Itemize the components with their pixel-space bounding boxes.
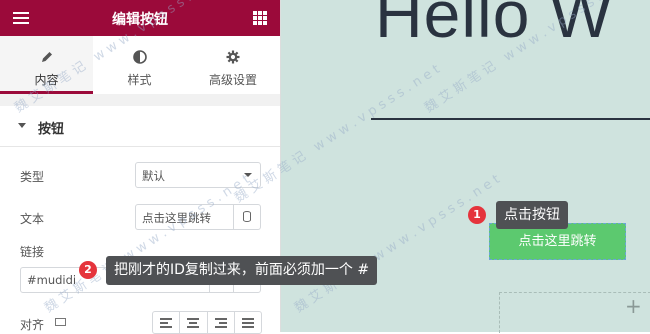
align-justify-button[interactable] [235,312,261,333]
pencil-icon [0,50,93,68]
panel-title: 编辑按钮 [112,12,168,28]
chevron-down-icon [244,173,252,177]
type-select[interactable]: 默认 [135,162,261,188]
annotation-badge-1: 1 [468,206,486,224]
link-label: 链接 [20,245,45,259]
add-section-icon[interactable]: + [625,294,642,318]
tab-label: 内容 [34,73,59,87]
type-label: 类型 [20,170,45,184]
annotation-tooltip-2: 把刚才的ID复制过来，前面必须加一个 # [106,256,378,285]
tab-bar: 内容 样式 高级设置 [0,36,280,95]
desktop-icon[interactable] [55,318,66,326]
tab-advanced[interactable]: 高级设置 [186,36,280,94]
align-label: 对齐 [20,318,45,332]
section-title: 按钮 [38,122,65,137]
align-center-button[interactable] [180,312,208,333]
annotation-tooltip-1: 点击按钮 [496,201,568,229]
gear-icon [186,50,280,68]
tab-content[interactable]: 内容 [0,36,93,94]
divider [0,94,280,106]
grid-icon[interactable] [253,11,267,25]
link-value: #mudidi [27,273,77,287]
align-right-button[interactable] [208,312,235,333]
section-header-button[interactable]: 按钮 [0,106,280,147]
page-heading[interactable]: Hello W [375,0,613,52]
text-value: 点击这里跳转 [142,211,211,225]
tab-style[interactable]: 样式 [93,36,186,94]
divider-line [371,118,650,120]
tab-label: 高级设置 [208,73,257,87]
half-circle-icon [93,50,186,68]
align-button-group [152,311,262,334]
tab-label: 样式 [127,73,152,87]
align-left-button[interactable] [153,312,181,333]
text-label: 文本 [20,212,45,226]
panel-header: 编辑按钮 [0,0,280,36]
type-value: 默认 [142,169,165,183]
text-input[interactable]: 点击这里跳转 [135,204,261,230]
database-icon [243,211,251,222]
caret-down-icon [18,123,26,128]
annotation-badge-2: 2 [79,261,97,279]
dynamic-tags-button[interactable] [233,205,260,229]
